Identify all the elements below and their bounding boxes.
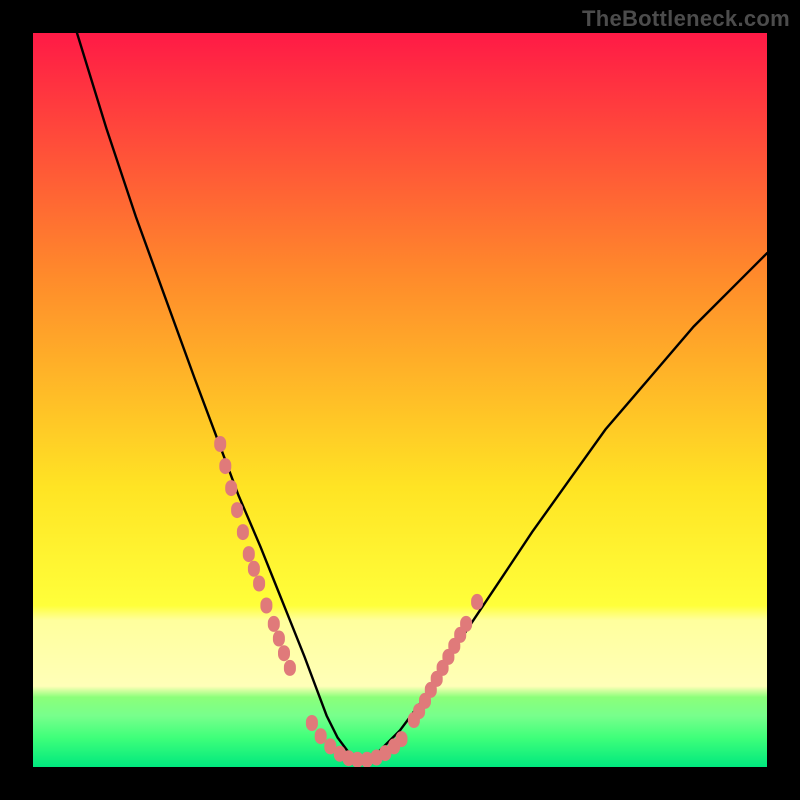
curve-marker [315, 728, 327, 744]
curve-marker [306, 715, 318, 731]
curve-marker [273, 631, 285, 647]
chart-stage: TheBottleneck.com [0, 0, 800, 800]
watermark-text: TheBottleneck.com [582, 6, 790, 32]
curve-marker [219, 458, 231, 474]
curve-marker [396, 731, 408, 747]
curve-marker [237, 524, 249, 540]
curve-marker [253, 576, 265, 592]
gradient-background [33, 33, 767, 767]
curve-marker [225, 480, 237, 496]
curve-marker [278, 645, 290, 661]
curve-marker [268, 616, 280, 632]
curve-marker [243, 546, 255, 562]
curve-marker [248, 561, 260, 577]
curve-marker [231, 502, 243, 518]
curve-marker [260, 598, 272, 614]
curve-marker [284, 660, 296, 676]
bottleneck-plot [0, 0, 800, 800]
curve-marker [471, 594, 483, 610]
curve-marker [214, 436, 226, 452]
curve-marker [460, 616, 472, 632]
